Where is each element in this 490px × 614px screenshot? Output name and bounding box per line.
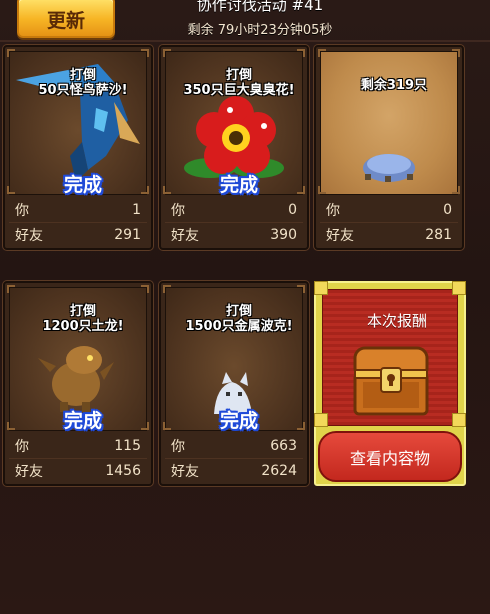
you-label: 你 [326, 202, 340, 219]
remaining-count: 剩余319只 [360, 78, 428, 93]
you-label: 你 [15, 202, 29, 219]
frame-corner [318, 186, 326, 194]
friends-count: 281 [425, 227, 452, 243]
mission-art: 打倒 1200只土龙! 完成 [9, 287, 147, 432]
friends-label: 好友 [15, 228, 43, 244]
kill-stats: 你0 好友 390 [165, 197, 303, 247]
frame-corner [452, 49, 460, 57]
mission-text: 打倒 50只怪鸟萨沙! [38, 68, 128, 98]
complete-label: 完成 [63, 174, 102, 196]
blue-shell-beetle-icon [363, 154, 415, 182]
frame-corner [452, 186, 460, 194]
kill-stats: 你 115 好友 1456 [9, 433, 147, 483]
friends-row: 好友 390 [165, 222, 303, 247]
friends-row: 好友 1456 [9, 458, 147, 483]
frame-corner [452, 281, 466, 295]
complete-label: 完成 [63, 410, 102, 432]
friends-row: 好友 2624 [165, 458, 303, 483]
view-contents-button[interactable]: 查看内容物 [318, 431, 462, 482]
event-title: 协作讨伐活动 #41 [196, 0, 324, 14]
kill-stats: 你1 好友 291 [9, 197, 147, 247]
friends-row: 好友 291 [9, 222, 147, 247]
mission-art: 打倒 50只怪鸟萨沙! 完成 [9, 51, 147, 196]
you-count: 1 [132, 201, 141, 218]
mission-text: 打倒 1500只金属波克! [185, 304, 293, 334]
frame-corner [314, 413, 328, 427]
you-row: 你0 [320, 197, 458, 222]
you-count: 663 [270, 437, 297, 454]
header-divider [0, 40, 490, 42]
mission-card-5[interactable]: 打倒 1500只金属波克! 完成 你 663 好友 2624 [159, 281, 309, 486]
you-count: 0 [288, 201, 297, 218]
mission-card-4[interactable]: 打倒 1200只土龙! 完成 你 115 好友 1456 [3, 281, 153, 486]
you-row: 你 115 [9, 433, 147, 458]
remaining-time: 剩余 79小时23分钟05秒 [187, 23, 333, 38]
you-row: 你0 [165, 197, 303, 222]
mission-art: 剩余319只 [320, 51, 458, 195]
friends-label: 好友 [171, 228, 199, 244]
treasure-chest-icon [353, 346, 429, 416]
reward-panel: 本次报酬 查看内容物 [314, 281, 466, 486]
frame-corner [7, 422, 15, 430]
frame-corner [141, 186, 149, 194]
friends-count: 2624 [261, 463, 297, 479]
frame-corner [7, 186, 15, 194]
you-label: 你 [15, 438, 29, 455]
you-label: 你 [171, 438, 185, 455]
complete-label: 完成 [219, 410, 258, 432]
frame-corner [297, 285, 305, 293]
frame-corner [163, 49, 171, 57]
frame-corner [314, 281, 328, 295]
frame-corner [163, 422, 171, 430]
you-count: 115 [114, 437, 141, 454]
frame-corner [163, 285, 171, 293]
frame-corner [318, 49, 326, 57]
you-count: 0 [443, 201, 452, 218]
mission-card-3[interactable]: 剩余319只 你0 好友 281 [314, 45, 464, 250]
mission-card-1[interactable]: 打倒 50只怪鸟萨沙! 完成 你1 好友 291 [3, 45, 153, 250]
frame-corner [163, 186, 171, 194]
frame-corner [141, 49, 149, 57]
mission-card-2[interactable]: 打倒 350只巨大臭臭花! 完成 你0 好友 390 [159, 45, 309, 250]
friends-count: 291 [114, 227, 141, 243]
mission-art: 打倒 1500只金属波克! 完成 [165, 287, 303, 432]
mission-text: 打倒 350只巨大臭臭花! [183, 68, 295, 98]
friends-count: 1456 [105, 463, 141, 479]
kill-stats: 你 663 好友 2624 [165, 433, 303, 483]
you-row: 你 663 [165, 433, 303, 458]
complete-label: 完成 [219, 174, 258, 196]
friends-label: 好友 [171, 464, 199, 480]
frame-corner [141, 285, 149, 293]
frame-corner [141, 422, 149, 430]
reward-display: 本次报酬 [322, 289, 458, 426]
frame-corner [297, 49, 305, 57]
kill-stats: 你0 好友 281 [320, 197, 458, 247]
frame-corner [452, 413, 466, 427]
mission-art: 打倒 350只巨大臭臭花! 完成 [165, 51, 303, 196]
frame-corner [7, 49, 15, 57]
friends-row: 好友 281 [320, 222, 458, 247]
you-row: 你1 [9, 197, 147, 222]
refresh-button[interactable]: 更新 [17, 0, 115, 38]
frame-corner [297, 186, 305, 194]
friends-label: 好友 [15, 464, 43, 480]
friends-label: 好友 [326, 228, 354, 244]
frame-corner [7, 285, 15, 293]
friends-count: 390 [270, 227, 297, 243]
top-bar: 更新 协作讨伐活动 #41 剩余 79小时23分钟05秒 [0, 0, 490, 42]
frame-corner [297, 422, 305, 430]
you-label: 你 [171, 202, 185, 219]
mission-text: 打倒 1200只土龙! [42, 304, 124, 334]
